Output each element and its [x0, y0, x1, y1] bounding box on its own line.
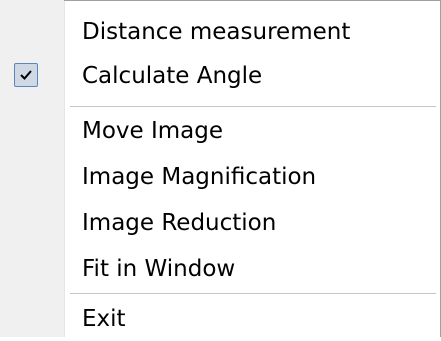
- context-menu: Distance measurement Calculate Angle Mov…: [0, 0, 441, 337]
- menu-item-fit-in-window[interactable]: Fit in Window: [0, 247, 440, 291]
- checkmark-icon: [20, 70, 32, 80]
- menu-item-calculate-angle[interactable]: Calculate Angle: [0, 54, 440, 98]
- menu-separator: [70, 293, 436, 294]
- menu-item-label: Calculate Angle: [82, 63, 263, 89]
- menu-item-image-reduction[interactable]: Image Reduction: [0, 201, 440, 245]
- menu-item-label: Image Reduction: [82, 210, 277, 236]
- menu-item-exit[interactable]: Exit: [0, 297, 440, 341]
- menu-item-label: Exit: [82, 306, 126, 332]
- menu-item-move-image[interactable]: Move Image: [0, 109, 440, 153]
- menu-item-distance-measurement[interactable]: Distance measurement: [0, 10, 440, 54]
- menu-item-label: Image Magnification: [82, 164, 317, 190]
- menu-item-image-magnification[interactable]: Image Magnification: [0, 155, 440, 199]
- menu-item-label: Move Image: [82, 118, 224, 144]
- menu-separator: [70, 106, 436, 107]
- menu-item-label: Distance measurement: [82, 19, 351, 45]
- menu-top-border: [64, 0, 441, 1]
- menu-item-label: Fit in Window: [82, 256, 236, 282]
- checkmark-box: [14, 63, 38, 87]
